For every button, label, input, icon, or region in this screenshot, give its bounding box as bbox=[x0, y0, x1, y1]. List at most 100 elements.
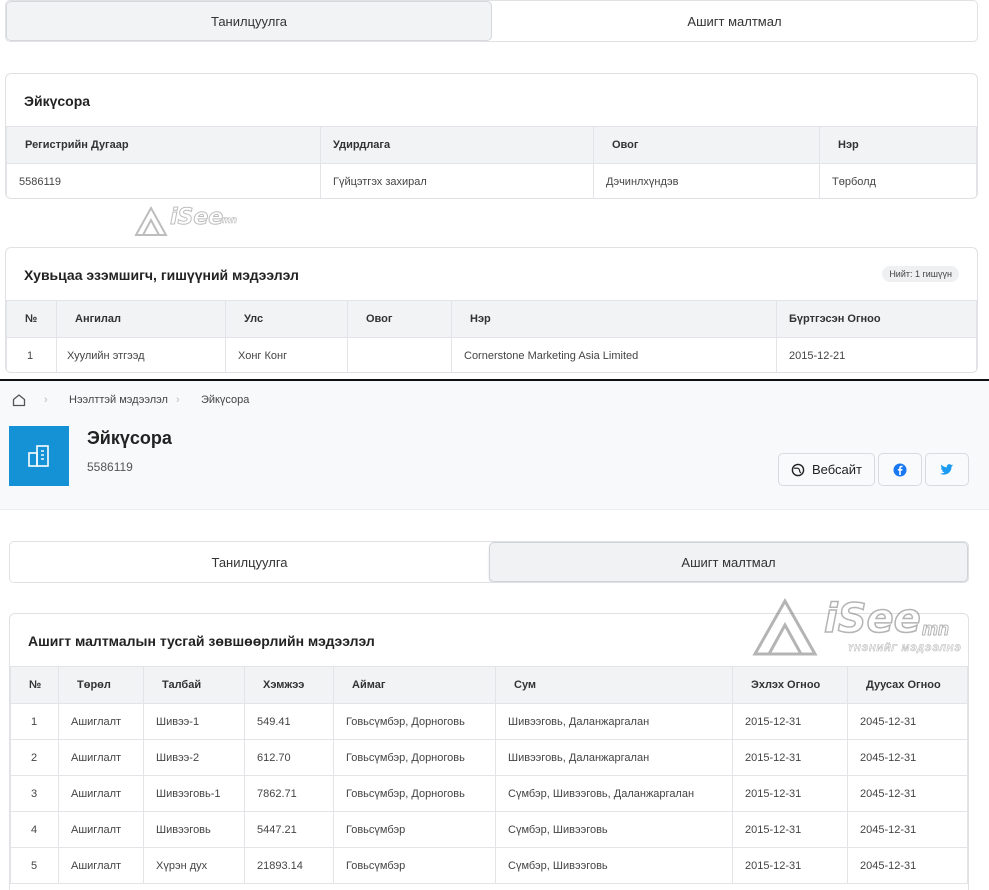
column-header: Төрөл bbox=[58, 666, 144, 704]
column-header: Удирдлага bbox=[320, 126, 594, 164]
company-name: Эйкүсора bbox=[87, 428, 172, 448]
table-cell: 7862.71 bbox=[244, 775, 334, 812]
table-cell: 2 bbox=[10, 739, 59, 776]
watermark-suffix: mn bbox=[222, 215, 238, 227]
watermark-logo-small: iSee mn bbox=[134, 205, 244, 239]
table-cell bbox=[347, 337, 452, 372]
table-cell: Хүрэн дух bbox=[143, 847, 245, 884]
table-row: 3 Ашиглалт Шивээговь-1 7862.71 Говьсүмбэ… bbox=[10, 775, 968, 812]
column-header: Хэмжээ bbox=[244, 666, 334, 704]
table-cell: Сүмбэр, Шивээговь, Даланжаргалан bbox=[495, 775, 733, 812]
tab-minerals[interactable]: Ашигт малтмал bbox=[489, 542, 968, 582]
column-header: Регистрийн Дугаар bbox=[6, 126, 321, 164]
company-card: Эйкүсора Регистрийн Дугаар Удирдлага Ово… bbox=[5, 73, 978, 199]
table-row: 1 Хуулийн этгээд Хонг Конг Cornerstone M… bbox=[6, 337, 977, 372]
home-icon[interactable] bbox=[12, 393, 26, 412]
table-cell: Ашиглалт bbox=[58, 739, 144, 776]
watermark-tagline: ҮНЭНИЙГ МЭДЭЭЛНЭ bbox=[848, 643, 962, 654]
license-table: № Төрөл Талбай Хэмжээ Аймаг Сум Эхлэх Ог… bbox=[10, 666, 968, 884]
column-header: Сум bbox=[495, 666, 733, 704]
table-cell: Ашиглалт bbox=[58, 847, 144, 884]
watermark-suffix: mn bbox=[922, 619, 950, 640]
column-header: Нэр bbox=[819, 126, 977, 164]
table-cell: Говьсүмбэр, Дорноговь bbox=[333, 775, 496, 812]
watermark-logo-large: iSee mn ҮНЭНИЙГ МЭДЭЭЛНЭ bbox=[752, 596, 962, 659]
facebook-button[interactable] bbox=[878, 453, 922, 486]
column-header: Бүртгэсэн Огноо bbox=[776, 300, 977, 338]
member-count-badge: Нийт: 1 гишүүн bbox=[882, 266, 959, 282]
column-header: Овог bbox=[593, 126, 820, 164]
column-header: Нэр bbox=[451, 300, 777, 338]
column-header: Улс bbox=[225, 300, 348, 338]
table-cell: 549.41 bbox=[244, 703, 334, 740]
table-cell: Шивээ-2 bbox=[143, 739, 245, 776]
table-row: 5 Ашиглалт Хүрэн дух 21893.14 Говьсүмбэр… bbox=[10, 847, 968, 884]
table-cell: Ашиглалт bbox=[58, 811, 144, 848]
column-header: Дуусах Огноо bbox=[847, 666, 968, 704]
website-button[interactable]: Вебсайт bbox=[778, 453, 875, 486]
watermark-brand: iSee bbox=[169, 205, 224, 231]
table-cell: Говьсүмбэр bbox=[333, 811, 496, 848]
column-header: № bbox=[6, 300, 57, 338]
table-cell: 4 bbox=[10, 811, 59, 848]
website-button-label: Вебсайт bbox=[811, 462, 862, 477]
company-table: Регистрийн Дугаар Удирдлага Овог Нэр 558… bbox=[6, 126, 977, 198]
table-cell: Шивээ-1 bbox=[143, 703, 245, 740]
table-cell: Гүйцэтгэх захирал bbox=[320, 163, 594, 198]
table-cell: 2015-12-31 bbox=[732, 739, 848, 776]
table-cell: 3 bbox=[10, 775, 59, 812]
shareholders-card-title: Хувьцаа эзэмшигч, гишүүний мэдээлэл bbox=[24, 267, 299, 283]
chevron-right-icon: › bbox=[44, 394, 48, 406]
bottom-tab-bar: Танилцуулга Ашигт малтмал bbox=[9, 541, 969, 583]
building-icon bbox=[28, 445, 49, 467]
table-cell: 1 bbox=[10, 703, 59, 740]
company-logo bbox=[9, 426, 69, 486]
table-cell: Шивээговь-1 bbox=[143, 775, 245, 812]
table-cell: 2045-12-31 bbox=[847, 847, 968, 884]
breadcrumb-open-data[interactable]: Нээлттэй мэдээлэл bbox=[69, 394, 168, 406]
table-cell: 5586119 bbox=[6, 163, 321, 198]
table-cell: Шивээговь, Даланжаргалан bbox=[495, 739, 733, 776]
watermark-brand: iSee bbox=[823, 596, 921, 642]
table-cell: 2015-12-31 bbox=[732, 847, 848, 884]
table-cell: 1 bbox=[6, 337, 57, 372]
table-cell: 5447.21 bbox=[244, 811, 334, 848]
table-cell: Ашиглалт bbox=[58, 703, 144, 740]
top-tab-bar: Танилцуулга Ашигт малтмал bbox=[5, 0, 978, 42]
tab-intro[interactable]: Танилцуулга bbox=[6, 1, 492, 41]
shareholders-table: № Ангилал Улс Овог Нэр Бүртгэсэн Огноо 1… bbox=[6, 300, 977, 372]
twitter-button[interactable] bbox=[925, 453, 969, 486]
column-header: Талбай bbox=[143, 666, 245, 704]
table-cell: 2045-12-31 bbox=[847, 775, 968, 812]
table-cell: 2015-12-31 bbox=[732, 703, 848, 740]
column-header: Аймаг bbox=[333, 666, 496, 704]
tab-intro[interactable]: Танилцуулга bbox=[10, 542, 489, 582]
tab-minerals[interactable]: Ашигт малтмал bbox=[492, 1, 977, 41]
table-cell: 5 bbox=[10, 847, 59, 884]
table-cell: 2045-12-31 bbox=[847, 811, 968, 848]
table-cell: Сүмбэр, Шивээговь bbox=[495, 811, 733, 848]
table-cell: Говьсүмбэр bbox=[333, 847, 496, 884]
license-card-title: Ашигт малтмалын тусгай зөвшөөрлийн мэдээ… bbox=[28, 633, 375, 649]
column-header: Ангилал bbox=[56, 300, 226, 338]
table-cell: Сүмбэр, Шивээговь bbox=[495, 847, 733, 884]
company-card-title: Эйкүсора bbox=[24, 93, 91, 109]
chevron-right-icon: › bbox=[176, 394, 180, 406]
watermark-mountain-icon bbox=[134, 205, 168, 236]
table-header-row: Регистрийн Дугаар Удирдлага Овог Нэр bbox=[6, 126, 977, 164]
table-row: 2 Ашиглалт Шивээ-2 612.70 Говьсүмбэр, До… bbox=[10, 739, 968, 776]
table-cell: 21893.14 bbox=[244, 847, 334, 884]
table-cell: 2015-12-21 bbox=[776, 337, 977, 372]
breadcrumb-current: Эйкүсора bbox=[201, 394, 250, 406]
column-header: Овог bbox=[347, 300, 452, 338]
table-cell: 2045-12-31 bbox=[847, 739, 968, 776]
table-cell: 612.70 bbox=[244, 739, 334, 776]
table-cell: Говьсүмбэр, Дорноговь bbox=[333, 739, 496, 776]
table-cell: Ашиглалт bbox=[58, 775, 144, 812]
table-cell: Cornerstone Marketing Asia Limited bbox=[451, 337, 777, 372]
table-cell: Шивээговь bbox=[143, 811, 245, 848]
table-header-row: № Төрөл Талбай Хэмжээ Аймаг Сум Эхлэх Ог… bbox=[10, 666, 968, 704]
table-row: 1 Ашиглалт Шивээ-1 549.41 Говьсүмбэр, До… bbox=[10, 703, 968, 740]
watermark-mountain-icon bbox=[752, 597, 818, 656]
register-number: 5586119 bbox=[87, 460, 133, 474]
